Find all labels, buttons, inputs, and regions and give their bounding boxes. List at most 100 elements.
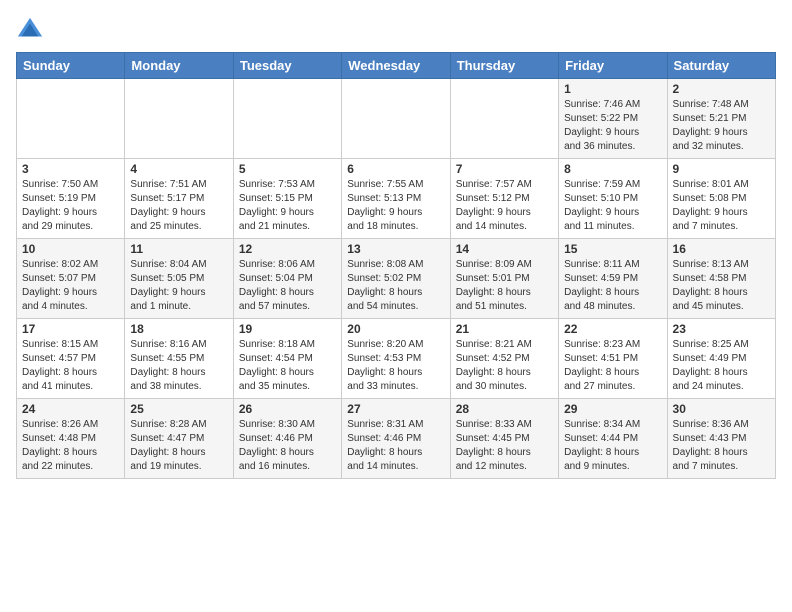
day-info: Sunrise: 8:34 AM Sunset: 4:44 PM Dayligh… xyxy=(564,418,661,474)
day-number: 6 xyxy=(347,162,444,176)
day-info: Sunrise: 8:31 AM Sunset: 4:46 PM Dayligh… xyxy=(347,418,444,474)
day-info: Sunrise: 8:18 AM Sunset: 4:54 PM Dayligh… xyxy=(239,338,336,394)
day-number: 28 xyxy=(456,402,553,416)
day-info: Sunrise: 8:23 AM Sunset: 4:51 PM Dayligh… xyxy=(564,338,661,394)
header-saturday: Saturday xyxy=(667,53,775,79)
header-tuesday: Tuesday xyxy=(233,53,341,79)
day-info: Sunrise: 8:06 AM Sunset: 5:04 PM Dayligh… xyxy=(239,258,336,314)
calendar-cell: 8 Sunrise: 7:59 AM Sunset: 5:10 PM Daylig… xyxy=(559,159,667,239)
calendar-cell: 1Sunrise: 7:46 AM Sunset: 5:22 PM Daylig… xyxy=(559,79,667,159)
day-number: 9 xyxy=(673,162,770,176)
calendar-cell xyxy=(233,79,341,159)
day-number: 4 xyxy=(130,162,227,176)
day-number: 7 xyxy=(456,162,553,176)
logo xyxy=(16,16,48,44)
calendar-cell: 28Sunrise: 8:33 AM Sunset: 4:45 PM Dayli… xyxy=(450,399,558,479)
calendar-cell: 16Sunrise: 8:13 AM Sunset: 4:58 PM Dayli… xyxy=(667,239,775,319)
day-number: 30 xyxy=(673,402,770,416)
calendar-cell: 7 Sunrise: 7:57 AM Sunset: 5:12 PM Daylig… xyxy=(450,159,558,239)
calendar-cell: 4 Sunrise: 7:51 AM Sunset: 5:17 PM Daylig… xyxy=(125,159,233,239)
day-info: Sunrise: 7:48 AM Sunset: 5:21 PM Dayligh… xyxy=(673,98,770,154)
day-info: Sunrise: 8:36 AM Sunset: 4:43 PM Dayligh… xyxy=(673,418,770,474)
day-number: 23 xyxy=(673,322,770,336)
week-row-1: 3 Sunrise: 7:50 AM Sunset: 5:19 PM Daylig… xyxy=(17,159,776,239)
day-info: Sunrise: 8:28 AM Sunset: 4:47 PM Dayligh… xyxy=(130,418,227,474)
calendar-cell: 14Sunrise: 8:09 AM Sunset: 5:01 PM Dayli… xyxy=(450,239,558,319)
day-info: Sunrise: 8:26 AM Sunset: 4:48 PM Dayligh… xyxy=(22,418,119,474)
day-number: 17 xyxy=(22,322,119,336)
calendar-cell xyxy=(342,79,450,159)
calendar-cell: 29 Sunrise: 8:34 AM Sunset: 4:44 PM Dayli… xyxy=(559,399,667,479)
calendar-cell: 5 Sunrise: 7:53 AM Sunset: 5:15 PM Daylig… xyxy=(233,159,341,239)
day-info: Sunrise: 7:50 AM Sunset: 5:19 PM Dayligh… xyxy=(22,178,119,234)
header xyxy=(16,16,776,44)
day-number: 16 xyxy=(673,242,770,256)
week-row-3: 17Sunrise: 8:15 AM Sunset: 4:57 PM Dayli… xyxy=(17,319,776,399)
calendar-cell: 27 Sunrise: 8:31 AM Sunset: 4:46 PM Dayli… xyxy=(342,399,450,479)
day-number: 27 xyxy=(347,402,444,416)
day-info: Sunrise: 8:09 AM Sunset: 5:01 PM Dayligh… xyxy=(456,258,553,314)
header-friday: Friday xyxy=(559,53,667,79)
calendar-cell xyxy=(17,79,125,159)
day-info: Sunrise: 7:51 AM Sunset: 5:17 PM Dayligh… xyxy=(130,178,227,234)
calendar-cell: 11 Sunrise: 8:04 AM Sunset: 5:05 PM Dayli… xyxy=(125,239,233,319)
calendar-cell: 19 Sunrise: 8:18 AM Sunset: 4:54 PM Dayli… xyxy=(233,319,341,399)
day-info: Sunrise: 8:20 AM Sunset: 4:53 PM Dayligh… xyxy=(347,338,444,394)
calendar-cell: 25 Sunrise: 8:28 AM Sunset: 4:47 PM Dayli… xyxy=(125,399,233,479)
day-info: Sunrise: 7:53 AM Sunset: 5:15 PM Dayligh… xyxy=(239,178,336,234)
day-number: 19 xyxy=(239,322,336,336)
day-number: 29 xyxy=(564,402,661,416)
day-info: Sunrise: 8:04 AM Sunset: 5:05 PM Dayligh… xyxy=(130,258,227,314)
calendar-cell: 9 Sunrise: 8:01 AM Sunset: 5:08 PM Daylig… xyxy=(667,159,775,239)
day-info: Sunrise: 8:01 AM Sunset: 5:08 PM Dayligh… xyxy=(673,178,770,234)
calendar-cell: 22 Sunrise: 8:23 AM Sunset: 4:51 PM Dayli… xyxy=(559,319,667,399)
day-number: 26 xyxy=(239,402,336,416)
calendar-table: SundayMondayTuesdayWednesdayThursdayFrid… xyxy=(16,52,776,479)
day-number: 22 xyxy=(564,322,661,336)
day-info: Sunrise: 8:30 AM Sunset: 4:46 PM Dayligh… xyxy=(239,418,336,474)
day-info: Sunrise: 8:11 AM Sunset: 4:59 PM Dayligh… xyxy=(564,258,661,314)
calendar-cell: 12 Sunrise: 8:06 AM Sunset: 5:04 PM Dayli… xyxy=(233,239,341,319)
day-info: Sunrise: 7:57 AM Sunset: 5:12 PM Dayligh… xyxy=(456,178,553,234)
header-row: SundayMondayTuesdayWednesdayThursdayFrid… xyxy=(17,53,776,79)
calendar-cell: 23Sunrise: 8:25 AM Sunset: 4:49 PM Dayli… xyxy=(667,319,775,399)
day-number: 10 xyxy=(22,242,119,256)
day-info: Sunrise: 8:08 AM Sunset: 5:02 PM Dayligh… xyxy=(347,258,444,314)
calendar-cell xyxy=(125,79,233,159)
day-number: 15 xyxy=(564,242,661,256)
day-number: 20 xyxy=(347,322,444,336)
calendar-cell: 15 Sunrise: 8:11 AM Sunset: 4:59 PM Dayli… xyxy=(559,239,667,319)
calendar-cell: 18 Sunrise: 8:16 AM Sunset: 4:55 PM Dayli… xyxy=(125,319,233,399)
day-number: 24 xyxy=(22,402,119,416)
day-number: 25 xyxy=(130,402,227,416)
day-info: Sunrise: 7:59 AM Sunset: 5:10 PM Dayligh… xyxy=(564,178,661,234)
calendar-cell: 24 Sunrise: 8:26 AM Sunset: 4:48 PM Dayli… xyxy=(17,399,125,479)
day-info: Sunrise: 7:46 AM Sunset: 5:22 PM Dayligh… xyxy=(564,98,661,154)
week-row-2: 10 Sunrise: 8:02 AM Sunset: 5:07 PM Dayli… xyxy=(17,239,776,319)
day-number: 13 xyxy=(347,242,444,256)
header-sunday: Sunday xyxy=(17,53,125,79)
day-number: 12 xyxy=(239,242,336,256)
logo-icon xyxy=(16,16,44,44)
calendar-cell: 26 Sunrise: 8:30 AM Sunset: 4:46 PM Dayli… xyxy=(233,399,341,479)
day-number: 5 xyxy=(239,162,336,176)
calendar-cell: 20 Sunrise: 8:20 AM Sunset: 4:53 PM Dayli… xyxy=(342,319,450,399)
day-number: 8 xyxy=(564,162,661,176)
calendar-cell: 17Sunrise: 8:15 AM Sunset: 4:57 PM Dayli… xyxy=(17,319,125,399)
week-row-4: 24 Sunrise: 8:26 AM Sunset: 4:48 PM Dayli… xyxy=(17,399,776,479)
header-thursday: Thursday xyxy=(450,53,558,79)
calendar-cell: 30 Sunrise: 8:36 AM Sunset: 4:43 PM Dayli… xyxy=(667,399,775,479)
header-wednesday: Wednesday xyxy=(342,53,450,79)
day-info: Sunrise: 8:21 AM Sunset: 4:52 PM Dayligh… xyxy=(456,338,553,394)
calendar-cell xyxy=(450,79,558,159)
day-number: 18 xyxy=(130,322,227,336)
day-number: 3 xyxy=(22,162,119,176)
day-number: 11 xyxy=(130,242,227,256)
page: SundayMondayTuesdayWednesdayThursdayFrid… xyxy=(0,0,792,612)
day-info: Sunrise: 8:16 AM Sunset: 4:55 PM Dayligh… xyxy=(130,338,227,394)
calendar-cell: 3 Sunrise: 7:50 AM Sunset: 5:19 PM Daylig… xyxy=(17,159,125,239)
calendar-cell: 6Sunrise: 7:55 AM Sunset: 5:13 PM Daylig… xyxy=(342,159,450,239)
header-monday: Monday xyxy=(125,53,233,79)
day-number: 21 xyxy=(456,322,553,336)
day-info: Sunrise: 8:02 AM Sunset: 5:07 PM Dayligh… xyxy=(22,258,119,314)
